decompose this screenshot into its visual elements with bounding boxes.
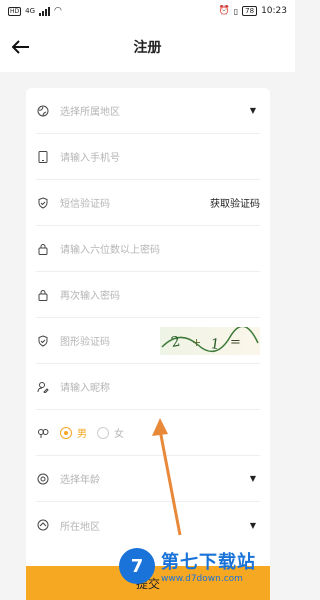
svg-text:=: =	[230, 335, 241, 350]
watermark-url: www.d7down.com	[161, 574, 243, 584]
phone-input[interactable]: 请输入手机号	[36, 134, 260, 180]
sms-placeholder: 短信验证码	[60, 199, 110, 210]
gender-male-label: 男	[77, 429, 87, 440]
password-input[interactable]: 请输入六位数以上密码	[36, 226, 260, 272]
gender-male-option[interactable]: 男	[60, 425, 87, 440]
svg-text:2: 2	[170, 333, 182, 350]
status-bar: HD 4G ◠ ⏰ ▯ 78 10:23	[0, 0, 295, 22]
gender-row: 男 女	[36, 410, 260, 456]
watermark-title: 第七下载站	[161, 552, 256, 573]
region-placeholder: 选择所属地区	[60, 107, 120, 118]
captcha-input[interactable]: 图形验证码 2 + 1 =	[36, 318, 260, 364]
page-title: 注册	[133, 40, 162, 56]
phone-icon	[36, 150, 50, 164]
svg-text:+: +	[192, 336, 201, 349]
nickname-input[interactable]: 请输入昵称	[36, 364, 260, 410]
password-confirm-input[interactable]: 再次输入密码	[36, 272, 260, 318]
network-label: 4G	[25, 7, 36, 15]
gender-options: 男 女	[60, 425, 260, 440]
captcha-placeholder: 图形验证码	[60, 337, 110, 348]
age-placeholder: 选择年龄	[60, 475, 100, 486]
nickname-placeholder: 请输入昵称	[60, 383, 110, 394]
status-left: HD 4G ◠	[8, 6, 62, 16]
wifi-icon: ◠	[54, 6, 62, 16]
sms-code-input[interactable]: 短信验证码 获取验证码	[36, 180, 260, 226]
watermark-logo-icon: 7	[119, 548, 155, 584]
svg-text:1: 1	[209, 336, 220, 353]
password-placeholder: 请输入六位数以上密码	[60, 245, 160, 256]
location-icon	[36, 518, 50, 532]
dropdown-caret-icon: ▼	[249, 474, 256, 483]
hd-badge: HD	[8, 6, 22, 16]
lock-icon	[36, 242, 50, 256]
vibrate-icon: ▯	[233, 6, 239, 16]
alarm-icon: ⏰	[218, 6, 230, 16]
watermark-text: 第七下载站 www.d7down.com	[161, 548, 256, 584]
region-select[interactable]: 选择所属地区 ▼	[36, 88, 260, 134]
get-code-button[interactable]: 获取验证码	[210, 195, 260, 210]
user-edit-icon	[36, 380, 50, 394]
location-placeholder: 所在地区	[60, 521, 100, 533]
password-confirm-placeholder: 再次输入密码	[60, 291, 120, 302]
gender-icon	[36, 426, 50, 440]
gender-female-label: 女	[114, 429, 124, 440]
age-select[interactable]: 选择年龄 ▼	[36, 456, 260, 502]
radio-checked-icon	[60, 426, 72, 439]
dropdown-caret-icon: ▼	[249, 520, 256, 530]
phone-placeholder: 请输入手机号	[60, 153, 120, 164]
calendar-icon	[36, 472, 50, 486]
lock-icon	[36, 288, 50, 302]
signal-icon	[39, 6, 51, 16]
radio-unchecked-icon	[97, 426, 109, 439]
nav-header: 注册	[0, 22, 295, 72]
dropdown-caret-icon: ▼	[249, 106, 256, 115]
watermark: 7 第七下载站 www.d7down.com	[119, 542, 289, 590]
captcha-noise: 2 + 1 =	[161, 326, 259, 353]
shield-icon	[36, 334, 50, 348]
battery-indicator: 78	[242, 6, 258, 16]
globe-icon	[36, 104, 50, 118]
shield-icon	[36, 196, 50, 210]
register-form-card: 选择所属地区 ▼ 请输入手机号 短信验证码 获取验证码 请输入六位数以上密码 再…	[26, 88, 270, 588]
captcha-image[interactable]: 2 + 1 =	[160, 326, 260, 355]
status-time: 10:23	[261, 6, 287, 16]
status-right: ⏰ ▯ 78 10:23	[219, 6, 287, 16]
gender-female-option[interactable]: 女	[97, 425, 124, 440]
